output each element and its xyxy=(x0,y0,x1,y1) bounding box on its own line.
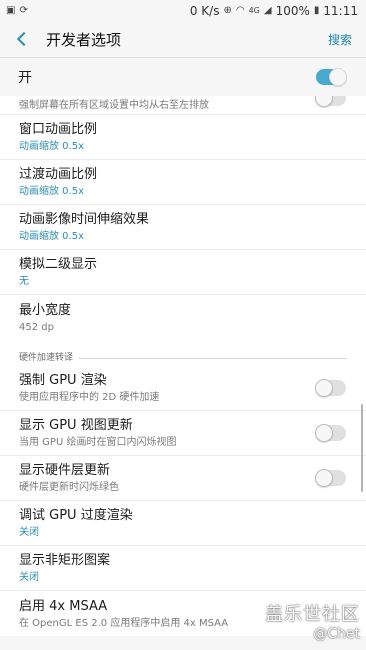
show-non-rect-clip-value: 关闭 xyxy=(19,572,39,583)
scrollbar[interactable] xyxy=(361,404,363,492)
enable-4x-msaa-subtitle: 在 OpenGL ES 2.0 应用程序中启用 4x MSAA xyxy=(19,617,229,629)
rtl-layout-toggle[interactable] xyxy=(315,96,346,107)
row-texts: 显示非矩形图案 关闭 xyxy=(19,552,110,584)
sync-icon: ⟳ xyxy=(19,4,28,16)
rtl-layout-row[interactable]: 强制屏幕在所有区域设置中均从右至左排放 xyxy=(0,96,366,115)
debug-gpu-overdraw-row[interactable]: 调试 GPU 过度渲染 关闭 xyxy=(0,501,366,546)
watermark: 盖乐世社区 @Chet xyxy=(265,600,360,642)
animator-duration-scale-title: 动画影像时间伸缩效果 xyxy=(19,212,150,227)
master-toggle[interactable] xyxy=(316,68,347,86)
simulate-secondary-display-row[interactable]: 模拟二级显示 无 xyxy=(0,250,366,295)
row-texts: 过渡动画比例 动画缩放 0.5x xyxy=(19,166,97,198)
toggle-knob xyxy=(315,469,333,487)
master-toggle-label: 开 xyxy=(18,70,32,86)
section-header-hardware: 硬件加速转译 xyxy=(0,351,366,365)
section-spacer xyxy=(0,340,366,351)
toggle-knob xyxy=(315,96,333,107)
status-right: 0 K/s ⊕ ◠ 4G ◢ 100% ▮ 11:11 xyxy=(190,4,358,18)
watermark-title: 盖乐世社区 xyxy=(265,604,360,625)
transition-animation-scale-value: 动画缩放 0.5x xyxy=(19,186,84,197)
show-hardware-layer-updates-toggle[interactable] xyxy=(315,469,346,487)
show-non-rect-clip-title: 显示非矩形图案 xyxy=(19,553,111,568)
simulate-secondary-display-title: 模拟二级显示 xyxy=(19,257,98,272)
row-texts: 显示 GPU 视图更新 当用 GPU 绘画时在窗口内闪烁视图 xyxy=(19,417,176,449)
settings-list: 强制屏幕在所有区域设置中均从右至左排放 窗口动画比例 动画缩放 0.5x 过渡动… xyxy=(0,96,366,636)
row-texts: 强制 GPU 渲染 使用应用程序中的 2D 硬件加速 xyxy=(19,372,159,404)
network-type: 4G xyxy=(248,5,260,15)
back-arrow-icon[interactable] xyxy=(16,32,30,46)
animator-duration-scale-value: 动画缩放 0.5x xyxy=(19,231,84,242)
search-button[interactable]: 搜索 xyxy=(328,31,352,48)
toggle-knob xyxy=(315,424,333,442)
window-animation-scale-title: 窗口动画比例 xyxy=(19,122,98,137)
row-texts: 最小宽度 452 dp xyxy=(19,302,71,334)
smallest-width-value: 452 dp xyxy=(19,321,54,333)
debug-gpu-overdraw-value: 关闭 xyxy=(19,527,39,538)
row-texts: 模拟二级显示 无 xyxy=(19,256,97,288)
app-bar: 开发者选项 搜索 xyxy=(0,21,366,58)
simulate-secondary-display-value: 无 xyxy=(19,276,29,287)
master-toggle-row[interactable]: 开 xyxy=(0,58,366,96)
show-hardware-layer-updates-row[interactable]: 显示硬件层更新 硬件层更新时闪烁绿色 xyxy=(0,456,366,501)
watermark-author: @Chet xyxy=(313,626,360,642)
row-texts: 调试 GPU 过度渲染 关闭 xyxy=(19,507,133,539)
smallest-width-row[interactable]: 最小宽度 452 dp xyxy=(0,295,366,340)
force-gpu-rendering-title: 强制 GPU 渲染 xyxy=(19,372,107,388)
show-gpu-view-updates-title: 显示 GPU 视图更新 xyxy=(19,418,133,433)
clock: 11:11 xyxy=(323,3,358,18)
row-texts: 动画影像时间伸缩效果 动画缩放 0.5x xyxy=(19,211,149,243)
status-bar: ▣ ⟳ 0 K/s ⊕ ◠ 4G ◢ 100% ▮ 11:11 xyxy=(0,0,366,21)
row-texts: 显示硬件层更新 硬件层更新时闪烁绿色 xyxy=(19,462,119,494)
show-gpu-view-updates-toggle[interactable] xyxy=(315,424,346,442)
debug-gpu-overdraw-title: 调试 GPU 过度渲染 xyxy=(19,508,133,523)
page-title: 开发者选项 xyxy=(46,30,122,49)
animator-duration-scale-row[interactable]: 动画影像时间伸缩效果 动画缩放 0.5x xyxy=(0,205,366,250)
battery-level: 100% xyxy=(275,3,310,18)
toggle-knob xyxy=(315,378,333,397)
window-animation-scale-value: 动画缩放 0.5x xyxy=(19,141,84,152)
show-hardware-layer-updates-subtitle: 硬件层更新时闪烁绿色 xyxy=(19,482,119,493)
force-gpu-rendering-subtitle: 使用应用程序中的 2D 硬件加速 xyxy=(19,391,160,403)
transition-animation-scale-title: 过渡动画比例 xyxy=(19,167,98,182)
battery-icon: ▮ xyxy=(313,4,320,16)
wifi-icon: ◠ xyxy=(235,4,245,16)
show-gpu-view-updates-row[interactable]: 显示 GPU 视图更新 当用 GPU 绘画时在窗口内闪烁视图 xyxy=(0,411,366,456)
show-non-rect-clip-row[interactable]: 显示非矩形图案 关闭 xyxy=(0,546,366,591)
show-hardware-layer-updates-title: 显示硬件层更新 xyxy=(19,463,111,478)
smallest-width-title: 最小宽度 xyxy=(19,302,72,318)
force-gpu-rendering-toggle[interactable] xyxy=(315,378,346,397)
rtl-layout-subtitle: 强制屏幕在所有区域设置中均从右至左排放 xyxy=(19,100,209,111)
gallery-icon: ▣ xyxy=(6,4,16,16)
network-speed: 0 K/s xyxy=(189,3,220,18)
toggle-knob xyxy=(329,68,347,86)
show-gpu-view-updates-subtitle: 当用 GPU 绘画时在窗口内闪烁视图 xyxy=(19,437,177,448)
section-header-label: 硬件加速转译 xyxy=(19,353,74,363)
window-animation-scale-row[interactable]: 窗口动画比例 动画缩放 0.5x xyxy=(0,115,366,160)
row-texts: 启用 4x MSAA 在 OpenGL ES 2.0 应用程序中启用 4x MS… xyxy=(19,598,228,630)
row-texts: 窗口动画比例 动画缩放 0.5x xyxy=(19,121,97,153)
signal-icon: ◢ xyxy=(263,4,272,16)
enable-4x-msaa-title: 启用 4x MSAA xyxy=(19,598,108,614)
data-saver-icon: ⊕ xyxy=(223,4,232,16)
status-left: ▣ ⟳ xyxy=(6,4,28,16)
row-texts: 强制屏幕在所有区域设置中均从右至左排放 xyxy=(19,99,209,112)
transition-animation-scale-row[interactable]: 过渡动画比例 动画缩放 0.5x xyxy=(0,160,366,205)
force-gpu-rendering-row[interactable]: 强制 GPU 渲染 使用应用程序中的 2D 硬件加速 xyxy=(0,365,366,411)
